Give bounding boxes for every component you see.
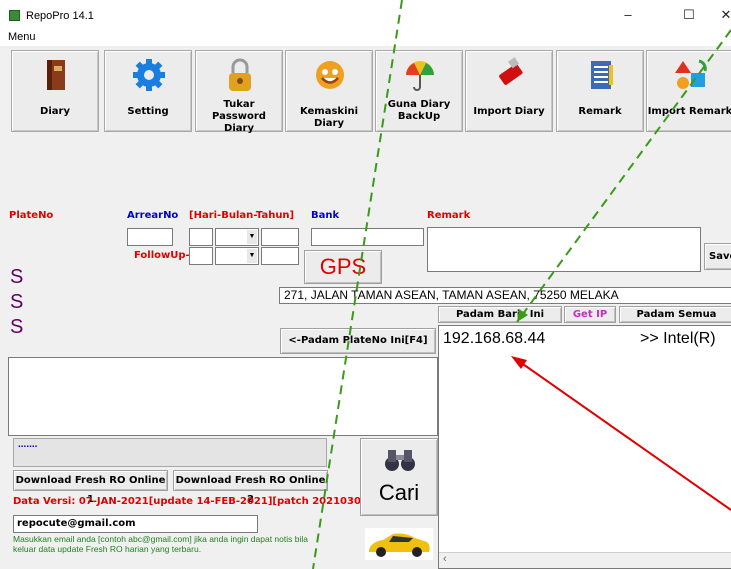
menu-bar xyxy=(0,30,731,46)
status-letter: S xyxy=(10,316,24,338)
ip-address-text: 192.168.68.44 xyxy=(443,330,546,347)
padam-semua-button[interactable]: Padam Semua xyxy=(619,306,731,323)
bank-label: Bank xyxy=(311,210,340,221)
padam-baris-button[interactable]: Padam Baris Ini xyxy=(438,306,562,323)
email-input[interactable]: repocute@gmail.com xyxy=(13,515,258,533)
tukar-password-label: Tukar Password Diary xyxy=(212,99,266,134)
import-diary-button[interactable]: Import Diary xyxy=(465,50,553,132)
car-image xyxy=(365,528,433,560)
remark-button[interactable]: Remark xyxy=(556,50,644,132)
tukar-password-button[interactable]: Tukar Password Diary xyxy=(195,50,283,134)
guna-diary-backup-label: Guna Diary BackUp xyxy=(387,99,451,122)
setting-button[interactable]: Setting xyxy=(104,50,192,132)
date-format-label: [Hari-Bulan-Tahun] xyxy=(189,210,295,221)
book-icon xyxy=(47,60,65,90)
followup-month-select[interactable]: ▼ xyxy=(215,247,259,265)
remark-label: Remark xyxy=(578,106,622,117)
umbrella-icon xyxy=(406,61,434,91)
status-box: ....... xyxy=(13,438,327,467)
status-dots: ....... xyxy=(18,439,38,450)
menu-item[interactable]: Menu xyxy=(8,31,36,43)
month-select[interactable]: ▼ xyxy=(215,228,259,246)
usb-drive-icon xyxy=(499,57,523,85)
day-input[interactable] xyxy=(189,228,213,246)
cari-label: Cari xyxy=(378,480,420,505)
maximize-button[interactable]: ☐ xyxy=(679,7,699,23)
status-letter: S xyxy=(10,266,24,288)
window-title: RepoPro 14.1 xyxy=(26,10,94,22)
smiley-icon xyxy=(316,61,344,89)
diary-button[interactable]: Diary xyxy=(11,50,99,132)
chevron-down-icon: ▼ xyxy=(247,249,257,263)
address-field[interactable]: 271, JALAN TAMAN ASEAN, TAMAN ASEAN, 752… xyxy=(279,287,731,304)
get-ip-button[interactable]: Get IP xyxy=(564,306,616,323)
remark-field-label: Remark xyxy=(427,210,471,221)
chevron-down-icon: ▼ xyxy=(247,230,257,244)
followup-year-input[interactable] xyxy=(261,247,299,265)
binoculars-icon xyxy=(385,450,415,471)
save-button[interactable]: Save xyxy=(704,243,731,270)
download-ro-2-button[interactable]: Download Fresh RO Online 2 xyxy=(173,470,328,505)
cari-button[interactable]: Cari xyxy=(360,438,438,516)
shapes-icon xyxy=(675,59,707,89)
padlock-icon xyxy=(229,58,251,91)
gps-button[interactable]: GPS xyxy=(304,250,382,284)
kemaskini-diary-label: Kemaskini Diary xyxy=(299,106,359,129)
bank-input[interactable] xyxy=(311,228,424,246)
app-icon xyxy=(9,10,20,21)
gear-icon xyxy=(133,59,165,91)
diary-label: Diary xyxy=(40,106,70,117)
setting-label: Setting xyxy=(127,106,169,117)
year-input[interactable] xyxy=(261,228,299,246)
remark-textarea[interactable] xyxy=(427,227,701,272)
followup-day-input[interactable] xyxy=(189,247,213,265)
status-letter: S xyxy=(10,291,24,313)
email-note: Masukkan email anda [contoh abc@gmail.co… xyxy=(13,534,308,554)
ip-info-text: >> Intel(R) xyxy=(640,330,716,347)
import-remark-label: Import Remark xyxy=(647,106,731,117)
padam-plateno-button[interactable]: <-Padam PlateNo Ini[F4] xyxy=(280,328,436,354)
import-remark-button[interactable]: Import Remark xyxy=(646,50,731,132)
minimize-button[interactable]: – xyxy=(618,7,638,22)
notepad-icon xyxy=(591,61,613,89)
arrearno-label: ArrearNo xyxy=(127,210,179,221)
scroll-left-icon[interactable]: ‹ xyxy=(443,553,447,565)
guna-diary-backup-button[interactable]: Guna Diary BackUp xyxy=(375,50,463,132)
ip-list-box[interactable] xyxy=(438,325,731,569)
plateno-label: PlateNo xyxy=(9,210,54,221)
notes-textarea[interactable] xyxy=(8,357,438,436)
download-ro-1-button[interactable]: Download Fresh RO Online 1 xyxy=(13,470,168,505)
horizontal-scrollbar[interactable]: ‹ xyxy=(439,552,731,568)
close-button[interactable]: ✕ xyxy=(716,7,731,23)
kemaskini-diary-button[interactable]: Kemaskini Diary xyxy=(285,50,373,132)
arrearno-input[interactable] xyxy=(127,228,173,246)
import-diary-label: Import Diary xyxy=(473,106,545,117)
data-version-text: Data Versi: 07-JAN-2021[update 14-FEB-20… xyxy=(13,496,384,507)
